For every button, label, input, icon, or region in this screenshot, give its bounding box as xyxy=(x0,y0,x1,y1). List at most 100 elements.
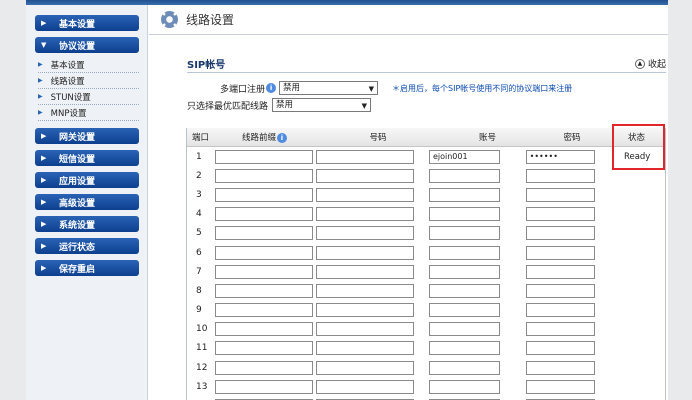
prefix-input[interactable] xyxy=(214,207,314,222)
account-input[interactable] xyxy=(428,303,500,318)
prefix-input[interactable] xyxy=(214,283,314,298)
number-input[interactable] xyxy=(316,360,414,375)
number-input[interactable] xyxy=(316,379,414,394)
number-input[interactable] xyxy=(316,303,414,318)
password-input[interactable] xyxy=(525,264,596,279)
account-input[interactable] xyxy=(428,264,500,279)
col-number: 号码 xyxy=(369,133,387,143)
chevron-down-icon: ▼ xyxy=(361,102,368,110)
multi-port-note: ＊启用后，每个SIP帐号使用不同的协议端口来注册 xyxy=(392,83,573,93)
port-cell: 4 xyxy=(196,209,202,220)
password-input[interactable] xyxy=(525,303,596,318)
table-row: 1 ejoin001 •••••• Ready xyxy=(187,147,665,166)
password-input[interactable] xyxy=(525,283,596,298)
number-input[interactable] xyxy=(316,149,414,164)
account-input[interactable] xyxy=(428,283,500,298)
section-title: SIP帐号 xyxy=(187,60,226,71)
table-row: 7 xyxy=(187,262,665,281)
info-icon[interactable]: i xyxy=(277,132,287,143)
account-input[interactable] xyxy=(428,187,500,202)
table-row: 2 xyxy=(187,166,665,185)
table-row: 10 xyxy=(187,320,665,339)
sidebar-menu-menu_after-4[interactable]: ▶ 系统设置 xyxy=(35,216,139,232)
prefix-input[interactable] xyxy=(214,360,314,375)
number-input[interactable] xyxy=(316,264,414,279)
bullet-arrow-icon: ▶ xyxy=(38,61,43,68)
account-input[interactable] xyxy=(428,245,500,260)
password-input[interactable] xyxy=(525,226,596,241)
account-input[interactable] xyxy=(428,207,500,222)
collapse-button[interactable]: ▲ 收起 xyxy=(634,57,666,70)
number-input[interactable] xyxy=(316,168,414,183)
sidebar-menu-menu_before-1[interactable]: ▼ 协议设置 xyxy=(35,37,139,53)
prefix-input[interactable] xyxy=(214,226,314,241)
number-input[interactable] xyxy=(316,341,414,356)
sidebar-subitem-1[interactable]: ▶ 线路设置 xyxy=(38,73,139,89)
sidebar-menu-label: 网关设置 xyxy=(59,132,96,143)
number-input[interactable] xyxy=(316,322,414,337)
sidebar-subitem-0[interactable]: ▶ 基本设置 xyxy=(38,57,139,73)
account-input[interactable] xyxy=(428,226,500,241)
account-input[interactable]: ejoin001 xyxy=(428,149,500,164)
bullet-arrow-icon: ▶ xyxy=(38,109,43,116)
table-row: 12 xyxy=(187,358,665,377)
number-input[interactable] xyxy=(316,245,414,260)
password-input[interactable] xyxy=(525,245,596,260)
sidebar-menu-menu_after-2[interactable]: ▶ 应用设置 xyxy=(35,172,139,188)
sidebar-menu-label: 运行状态 xyxy=(59,242,96,253)
prefix-input[interactable] xyxy=(214,379,314,394)
account-input[interactable] xyxy=(428,322,500,337)
sidebar-subitem-label: MNP设置 xyxy=(50,108,87,119)
sidebar-menu-menu_after-3[interactable]: ▶ 高级设置 xyxy=(35,194,139,210)
sidebar-subitem-label: 线路设置 xyxy=(50,76,85,87)
port-cell: 10 xyxy=(196,324,208,335)
password-input[interactable] xyxy=(525,322,596,337)
sidebar-menu-menu_before-0[interactable]: ▶ 基本设置 xyxy=(35,15,139,31)
status-highlight-box xyxy=(612,124,665,170)
prefix-input[interactable] xyxy=(214,264,314,279)
prefix-input[interactable] xyxy=(214,187,314,202)
password-input[interactable]: •••••• xyxy=(525,149,596,164)
sidebar-menu-label: 系统设置 xyxy=(59,220,96,231)
info-icon[interactable]: i xyxy=(266,83,277,93)
account-input[interactable] xyxy=(428,379,500,394)
prefix-input[interactable] xyxy=(214,322,314,337)
port-cell: 8 xyxy=(196,285,202,296)
right-background xyxy=(668,0,692,400)
number-input[interactable] xyxy=(316,226,414,241)
password-input[interactable] xyxy=(525,379,596,394)
prefix-input[interactable] xyxy=(214,168,314,183)
sidebar-subitem-3[interactable]: ▶ MNP设置 xyxy=(38,105,139,121)
prefix-input[interactable] xyxy=(214,149,314,164)
table-row: 4 xyxy=(187,205,665,224)
table-row: 14 xyxy=(187,396,665,400)
sidebar-menu-menu_after-1[interactable]: ▶ 短信设置 xyxy=(35,150,139,166)
number-input[interactable] xyxy=(316,283,414,298)
password-input[interactable] xyxy=(525,341,596,356)
port-cell: 12 xyxy=(196,362,208,373)
sidebar-menu-menu_after-5[interactable]: ▶ 运行状态 xyxy=(35,238,139,254)
password-input[interactable] xyxy=(525,187,596,202)
password-input[interactable] xyxy=(525,360,596,375)
prefix-input[interactable] xyxy=(214,245,314,260)
account-input[interactable] xyxy=(428,341,500,356)
multi-port-select[interactable]: 禁用 ▼ xyxy=(279,81,379,95)
account-input[interactable] xyxy=(428,360,500,375)
bullet-arrow-icon: ▶ xyxy=(38,93,43,100)
prefix-input[interactable] xyxy=(214,303,314,318)
password-input[interactable] xyxy=(525,168,596,183)
table-row: 5 xyxy=(187,224,665,243)
sidebar-menu-menu_after-6[interactable]: ▶ 保存重启 xyxy=(35,260,139,276)
account-input[interactable] xyxy=(428,168,500,183)
best-match-select[interactable]: 禁用 ▼ xyxy=(272,98,372,112)
table-row: 11 xyxy=(187,339,665,358)
number-input[interactable] xyxy=(316,187,414,202)
table-row: 13 xyxy=(187,377,665,396)
sidebar-subitem-2[interactable]: ▶ STUN设置 xyxy=(38,89,139,105)
best-match-row: 只选择最优匹配线路 禁用 ▼ xyxy=(187,98,372,112)
number-input[interactable] xyxy=(316,207,414,222)
table-row: 3 xyxy=(187,185,665,204)
password-input[interactable] xyxy=(525,207,596,222)
prefix-input[interactable] xyxy=(214,341,314,356)
sidebar-menu-menu_after-0[interactable]: ▶ 网关设置 xyxy=(35,128,139,144)
